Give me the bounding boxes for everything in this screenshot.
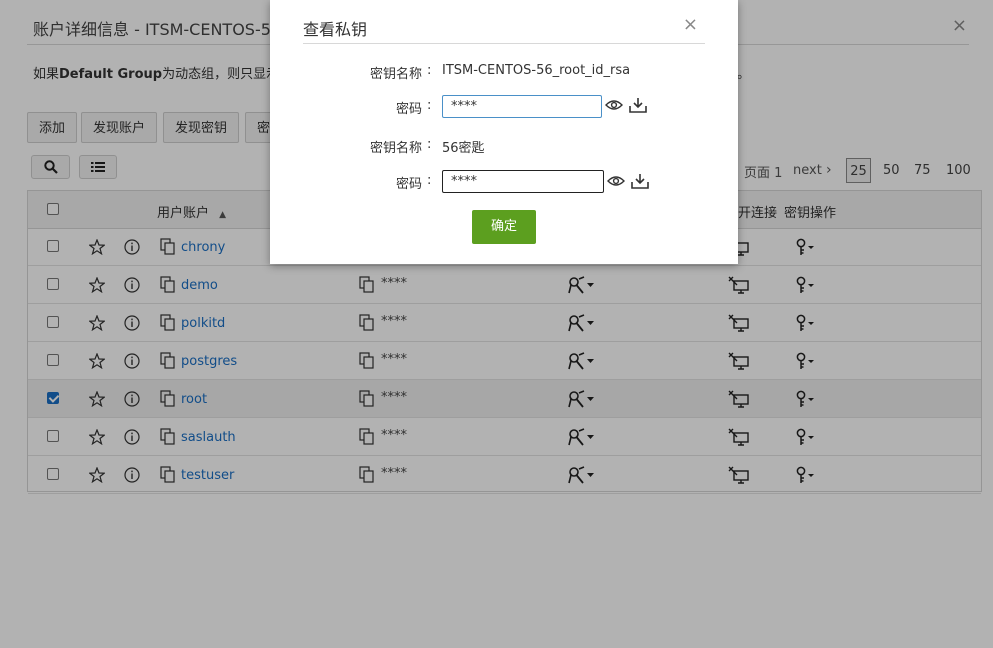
pw2-field[interactable]: **** (442, 170, 604, 193)
key2-name-label: 密钥名称 (369, 141, 422, 156)
key1-colon: : (427, 63, 432, 78)
dialog-close-button[interactable]: × (683, 14, 698, 35)
eye-icon[interactable] (605, 99, 623, 111)
view-private-key-dialog: 查看私钥 × 密钥名称 : ITSM-CENTOS-56_root_id_rsa… (270, 0, 738, 264)
pw2-label: 密码 (395, 177, 422, 192)
pw1-colon: : (427, 98, 432, 113)
dialog-divider (303, 43, 705, 44)
pw2-colon: : (427, 173, 432, 188)
key2-name-value: 56密匙 (442, 141, 485, 156)
key2-colon: : (427, 137, 432, 152)
download-icon[interactable] (629, 97, 647, 113)
key1-name-value: ITSM-CENTOS-56_root_id_rsa (442, 63, 631, 78)
eye-icon[interactable] (607, 175, 625, 187)
pw1-field[interactable]: **** (442, 95, 602, 118)
dialog-title: 查看私钥 (303, 20, 368, 39)
pw1-label: 密码 (395, 102, 422, 117)
confirm-button[interactable]: 确定 (472, 210, 536, 244)
download-icon[interactable] (631, 173, 649, 189)
key1-name-label: 密钥名称 (369, 67, 422, 82)
